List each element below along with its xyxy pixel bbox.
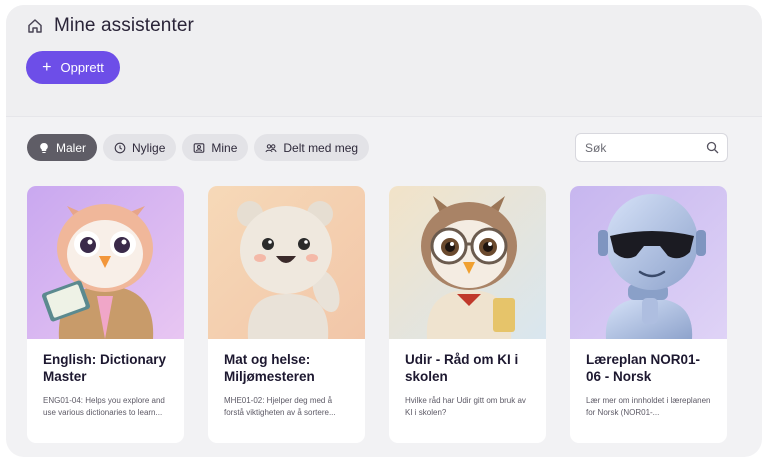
card-title: Mat og helse: Miljømesteren [224, 352, 315, 384]
card-body: English: Dictionary Master ENG01-04: Hel… [27, 339, 184, 419]
page-title: Mine assistenter [54, 15, 194, 36]
filter-chip-mine[interactable]: Mine [182, 134, 249, 161]
owl-glasses-mascot-image [389, 186, 546, 339]
clock-icon [114, 142, 126, 153]
owl-mascot-image [27, 186, 184, 339]
card-title: Læreplan NOR01-06 - Norsk [586, 352, 701, 384]
card-description: Hvilke råd har Udir gitt om bruk av KI i… [405, 396, 526, 417]
filter-chip-delt-med-meg[interactable]: Delt med meg [254, 134, 370, 161]
create-button-label: Opprett [60, 60, 104, 75]
title-row: Mine assistenter [26, 15, 194, 37]
assistant-cards: English: Dictionary Master ENG01-04: Hel… [27, 186, 727, 443]
app-window: Mine assistenter + Opprett Maler Nylige … [6, 5, 762, 457]
card-title: English: Dictionary Master [43, 352, 167, 384]
assistant-card[interactable]: Mat og helse: Miljømesteren MHE01-02: Hj… [208, 186, 365, 443]
assistant-card[interactable]: Udir - Råd om KI i skolen Hvilke råd har… [389, 186, 546, 443]
people-icon [265, 143, 277, 152]
filter-chip-label: Nylige [132, 140, 166, 155]
card-description: ENG01-04: Helps you explore and use vari… [43, 396, 165, 417]
search-box[interactable] [575, 133, 728, 162]
filter-chip-maler[interactable]: Maler [27, 134, 98, 161]
home-icon[interactable] [26, 17, 44, 35]
card-body: Mat og helse: Miljømesteren MHE01-02: Hj… [208, 339, 365, 419]
portrait-icon [194, 142, 205, 153]
card-body: Udir - Råd om KI i skolen Hvilke råd har… [389, 339, 546, 419]
plus-icon: + [42, 58, 52, 76]
card-title: Udir - Råd om KI i skolen [405, 352, 519, 384]
bear-mascot-image [208, 186, 365, 339]
filter-chip-label: Mine [211, 140, 238, 155]
card-body: Læreplan NOR01-06 - Norsk Lær mer om inn… [570, 339, 727, 419]
create-button[interactable]: + Opprett [26, 51, 120, 84]
filter-chip-label: Maler [56, 140, 87, 155]
assistant-card[interactable]: Læreplan NOR01-06 - Norsk Lær mer om inn… [570, 186, 727, 443]
filter-chip-nylige[interactable]: Nylige [103, 134, 177, 161]
card-description: Lær mer om innholdet i læreplanen for No… [586, 396, 711, 417]
page-header: Mine assistenter + Opprett [6, 5, 762, 117]
robot-mascot-image [570, 186, 727, 339]
search-input[interactable] [585, 140, 706, 155]
card-description: MHE01-02: Hjelper deg med å forstå vikti… [224, 396, 336, 417]
filter-chip-label: Delt med meg [283, 140, 359, 155]
assistant-card[interactable]: English: Dictionary Master ENG01-04: Hel… [27, 186, 184, 443]
search-icon[interactable] [706, 141, 719, 154]
bulb-icon [40, 142, 48, 153]
filter-chips: Maler Nylige Mine Delt med meg [27, 134, 370, 161]
